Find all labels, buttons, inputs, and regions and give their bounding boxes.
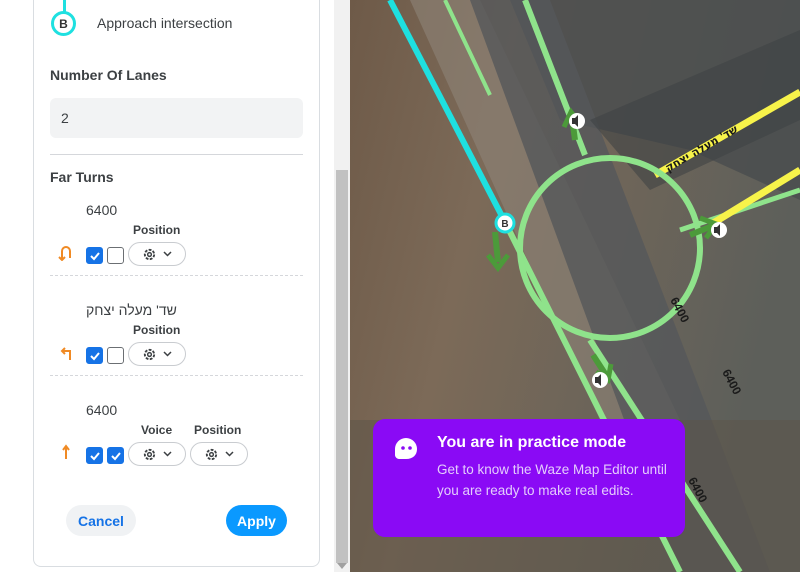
voice-checkbox-2[interactable] — [86, 347, 103, 364]
voice-checkbox-1[interactable] — [86, 247, 103, 264]
apply-button[interactable]: Apply — [226, 505, 287, 536]
node-b-label: B — [501, 219, 508, 230]
voice-column-label: Voice — [141, 423, 173, 437]
node-b-letter: B — [59, 16, 68, 31]
check-icon — [90, 252, 100, 261]
position-select-3[interactable] — [190, 442, 248, 466]
speaker-icon[interactable] — [569, 113, 585, 129]
segment-panel: B Approach intersection Number Of Lanes … — [0, 0, 350, 572]
position-select-2[interactable] — [128, 342, 186, 366]
gear-icon — [143, 248, 156, 260]
scroll-down-arrow-icon[interactable] — [337, 563, 347, 569]
panel-card — [33, 0, 320, 567]
gear-icon — [143, 448, 156, 460]
position-checkbox-2[interactable] — [107, 347, 124, 364]
gear-icon — [143, 348, 156, 360]
scrollbar-thumb[interactable] — [336, 170, 348, 563]
speaker-icon[interactable] — [711, 222, 727, 238]
u-turn-arrow-icon — [58, 246, 71, 261]
chevron-down-icon — [163, 251, 172, 257]
section-divider — [50, 154, 303, 155]
check-icon — [90, 452, 100, 461]
chevron-down-icon — [163, 451, 172, 457]
turn-name-2: שד' מעלה יצחק — [86, 302, 177, 318]
check-icon — [111, 452, 121, 461]
toast-body: Get to know the Waze Map Editor until yo… — [437, 462, 667, 498]
position-column-label: Position — [133, 323, 181, 337]
far-turns-title: Far Turns — [50, 169, 114, 185]
position-select-1[interactable] — [128, 242, 186, 266]
turn-divider — [50, 275, 303, 276]
toast-title: You are in practice mode — [437, 434, 627, 451]
chevron-down-icon — [163, 351, 172, 357]
position-checkbox-3[interactable] — [107, 447, 124, 464]
check-icon — [90, 352, 100, 361]
position-column-label: Position — [133, 223, 181, 237]
turn-name-1: 6400 — [86, 202, 118, 218]
position-column-label: Position — [194, 423, 242, 437]
lanes-title: Number Of Lanes — [50, 67, 167, 83]
speaker-icon[interactable] — [592, 372, 608, 388]
position-checkbox-1[interactable] — [107, 247, 124, 264]
turn-name-3: 6400 — [86, 402, 118, 418]
practice-mode-toast: You are in practice mode Get to know the… — [373, 419, 685, 537]
left-turn-arrow-icon — [60, 347, 71, 360]
approach-label: Approach intersection — [97, 15, 233, 31]
node-b-badge: B — [51, 11, 76, 36]
voice-select-3[interactable] — [128, 442, 186, 466]
voice-checkbox-3[interactable] — [86, 447, 103, 464]
lanes-input[interactable] — [50, 98, 303, 138]
cancel-button[interactable]: Cancel — [66, 505, 136, 536]
chevron-down-icon — [225, 451, 234, 457]
gear-icon — [205, 448, 218, 460]
straight-arrow-icon — [62, 444, 70, 459]
turn-divider — [50, 375, 303, 376]
waze-ghost-icon — [395, 438, 417, 459]
